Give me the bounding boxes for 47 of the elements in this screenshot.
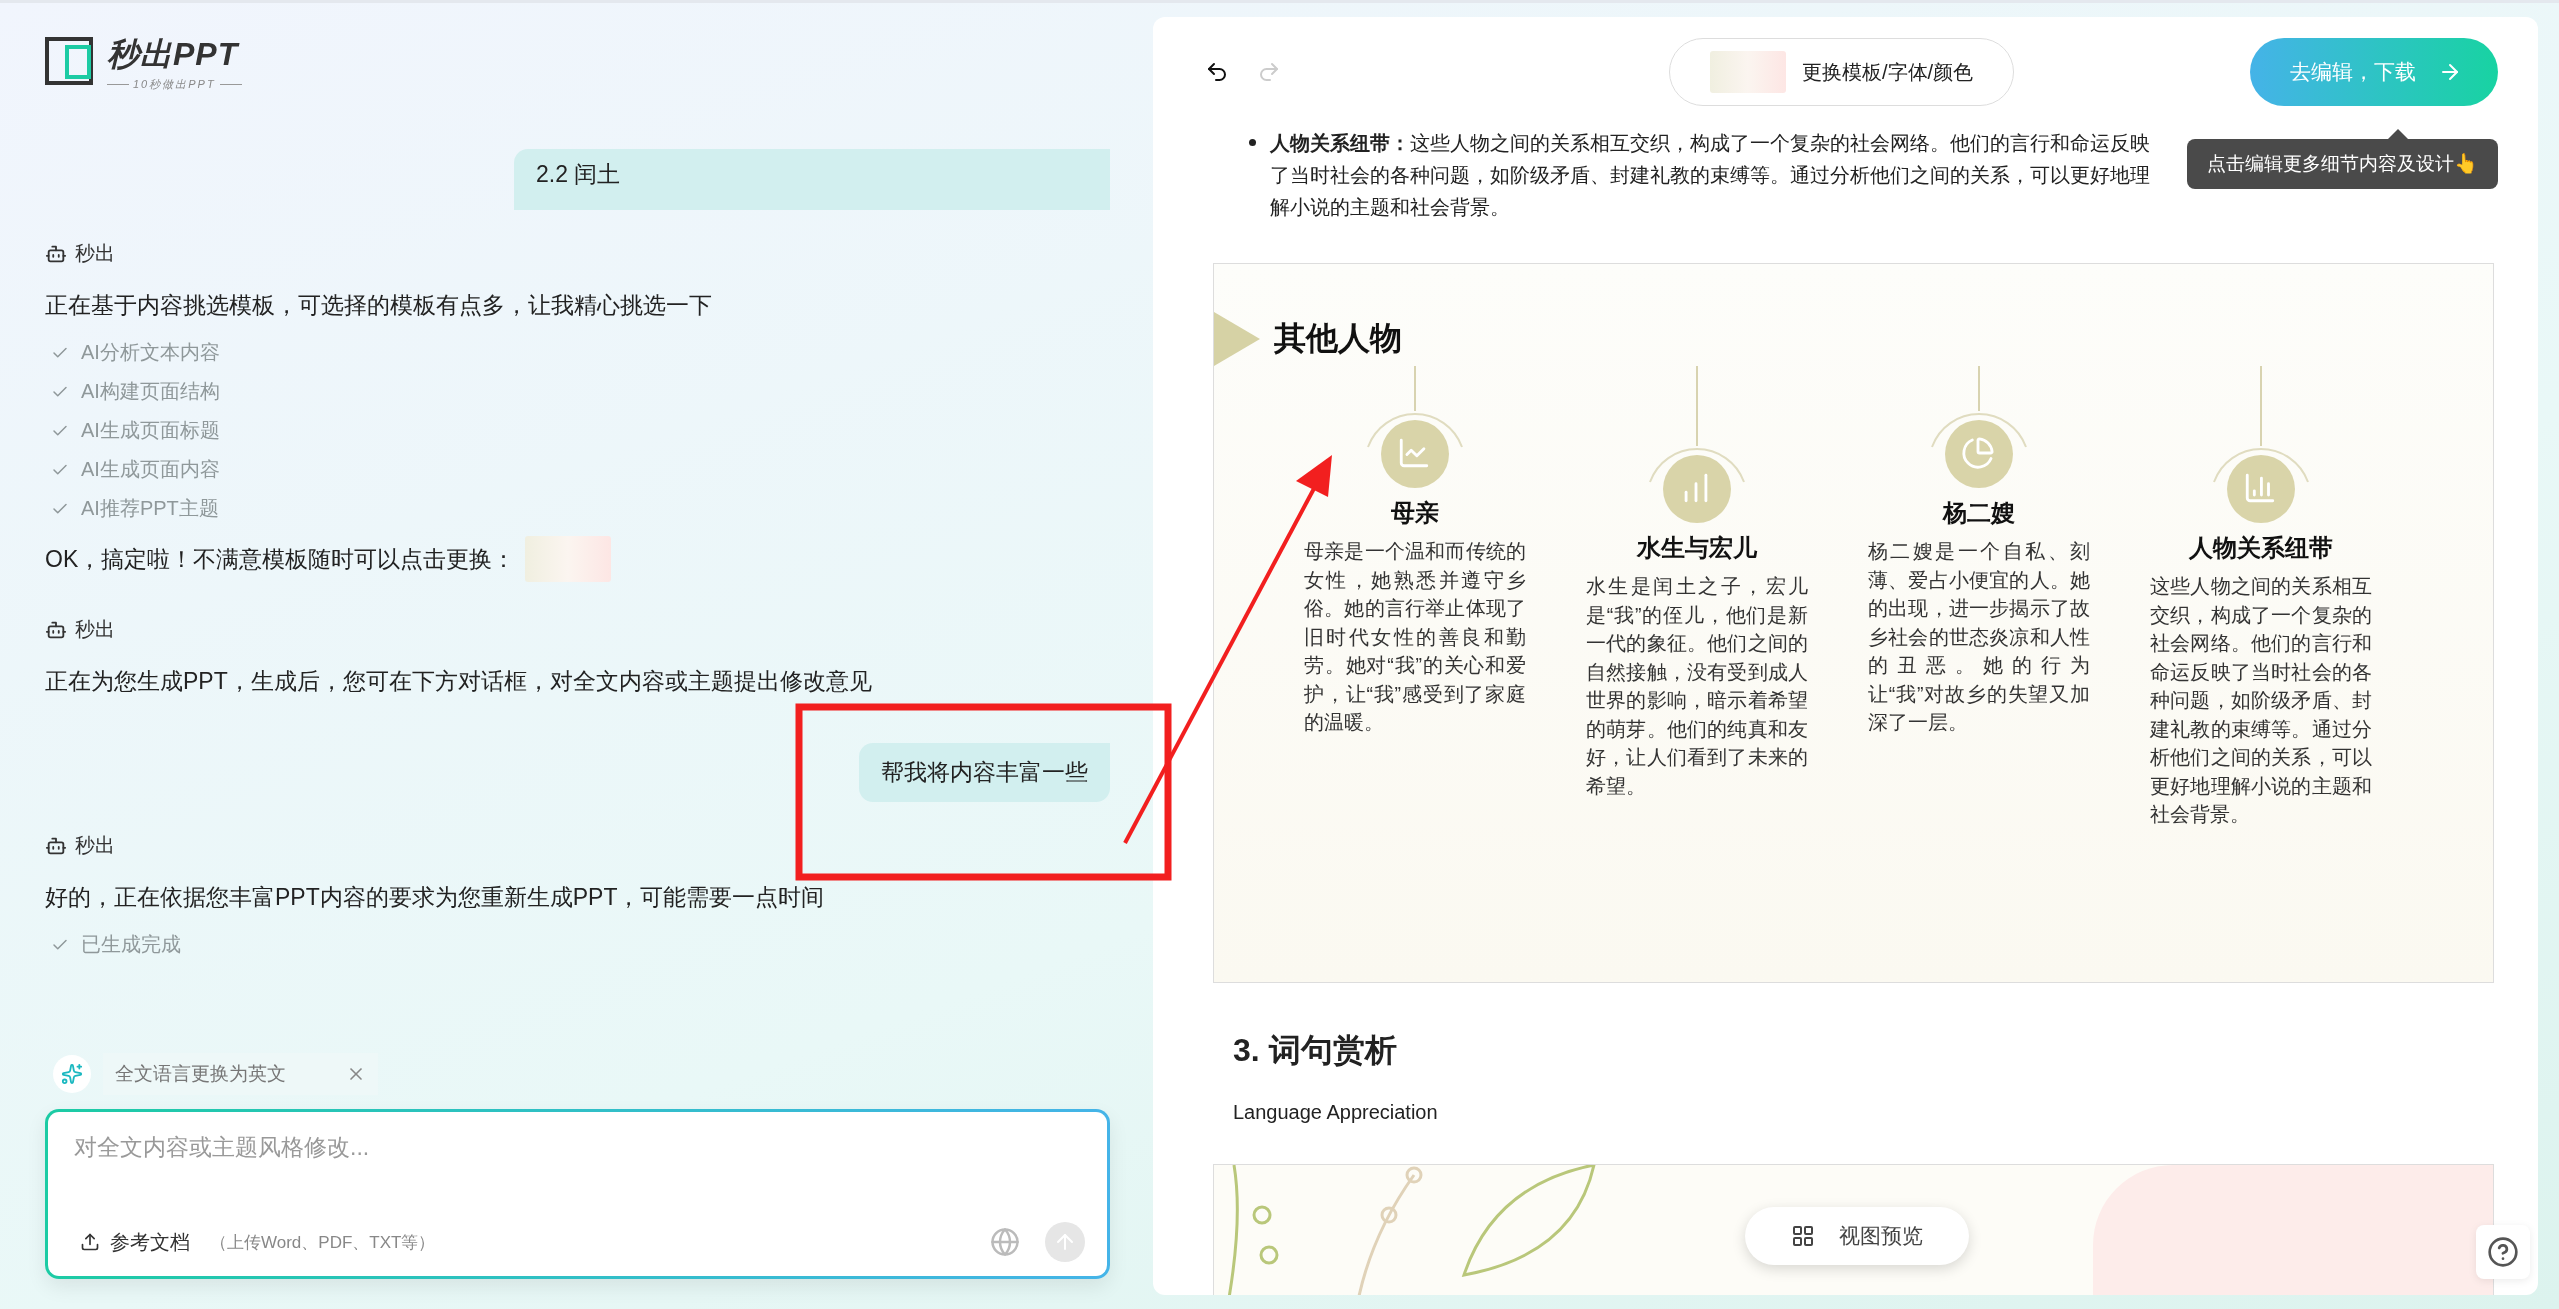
sender-label: 秒出 — [45, 616, 115, 643]
character-name: 母亲 — [1391, 498, 1439, 528]
message-field[interactable]: 对全文内容或主题风格修改... 参考文档 （上传Word、PDF、TXT等） — [45, 1109, 1110, 1279]
bot-message: 正在为您生成PPT，生成后，您可在下方对话框，对全文内容或主题提出修改意见 — [45, 667, 872, 696]
logo-text: 秒出PPT — [107, 34, 241, 74]
upload-icon — [80, 1232, 100, 1252]
sender-label: 秒出 — [45, 240, 115, 267]
user-message: 帮我将内容丰富一些 — [859, 743, 1110, 802]
bullet-dot — [1249, 139, 1256, 146]
section-subtitle: Language Appreciation — [1233, 1101, 1439, 1124]
grid-icon — [1791, 1224, 1815, 1248]
tooltip: 点击编辑更多细节内容及设计👆 — [2187, 139, 2498, 189]
character-name: 水生与宏儿 — [1637, 533, 1757, 563]
bullet-text: 人物关系纽带：这些人物之间的关系相互交织，构成了一个复杂的社会网络。他们的言行和命运反映了当时社会的各种问题，如阶级矛盾、封建礼教的束缚等。通过分析他们之间的关系，可以更好地理解小说的主题和社会背景。 — [1270, 131, 2150, 220]
undo-button[interactable] — [1205, 60, 1229, 84]
section-heading: 3. 词句赏析 — [1233, 1031, 1398, 1070]
character-description: 母亲是一个温和而传统的女性，她熟悉并遵守乡俗。她的言行举止体现了旧时代女性的善良和勤劳。她对“我”的关心和爱护，让“我”感受到了家庭的温暖。 — [1304, 539, 1526, 735]
help-icon[interactable] — [2476, 1225, 2530, 1279]
bot-message: 正在基于内容挑选模板，可选择的模板有点多，让我精心挑选一下 — [45, 291, 712, 320]
triangle-icon — [1214, 312, 1260, 366]
suggestion-text: 全文语言更换为英文 — [115, 1062, 286, 1086]
character-name: 杨二嫂 — [1943, 498, 2015, 528]
template-button[interactable]: 更换模板/字体/颜色 — [1669, 38, 2015, 106]
logo-tagline: 10秒做出PPT — [133, 76, 216, 92]
view-preview-button[interactable]: 视图预览 — [1745, 1207, 1969, 1265]
character-description: 水生是闰土之子，宏儿是“我”的侄儿，他们是新一代的象征。他们之间的自然接触，没有受到成人世界的影响，暗示着希望的萌芽。他们的纯真和友好，让人们看到了未来的希望。 — [1586, 574, 1808, 799]
sender-label: 秒出 — [45, 832, 115, 859]
sparkle-icon — [61, 1063, 83, 1085]
slide-title: 其他人物 — [1274, 319, 1402, 358]
progress-step: AI生成页面内容 — [45, 450, 220, 489]
progress-step: AI生成页面标题 — [45, 411, 220, 450]
character-name: 人物关系纽带 — [2189, 533, 2333, 563]
progress-step: AI推荐PPT主题 — [45, 489, 219, 528]
character-description: 杨二嫂是一个自私、刻薄、爱占小便宜的人。她的出现，进一步揭示了故乡社会的世态炎凉和人性的丑恶。她的行为让“我”对故乡的失望又加深了一层。 — [1868, 539, 2090, 735]
character-description: 这些人物之间的关系相互交织，构成了一个复杂的社会网络。他们的言行和命运反映了当时社会的各种问题，如阶级矛盾、封建礼教的束缚等。通过分析他们之间的关系，可以更好地理解小说的主题和社会背景。 — [2150, 574, 2372, 827]
sparkle-button[interactable] — [53, 1055, 91, 1093]
bot-message: 好的，正在依据您丰富PPT内容的要求为您重新生成PPT，可能需要一点时间 — [45, 883, 825, 912]
user-message: 2.2 闰土 — [514, 149, 1110, 210]
suggestion-chip[interactable]: 全文语言更换为英文 — [103, 1053, 378, 1095]
send-button[interactable] — [1045, 1222, 1085, 1262]
bot-message: OK，搞定啦！不满意模板随时可以点击更换： — [45, 545, 516, 574]
template-thumbnail[interactable] — [525, 536, 612, 582]
upload-button[interactable]: 参考文档 — [72, 1228, 190, 1256]
progress-step: AI分析文本内容 — [45, 333, 220, 372]
upload-hint: （上传Word、PDF、TXT等） — [210, 1231, 437, 1254]
progress-step: 已生成完成 — [45, 925, 181, 964]
progress-step: AI构建页面结构 — [45, 372, 220, 411]
